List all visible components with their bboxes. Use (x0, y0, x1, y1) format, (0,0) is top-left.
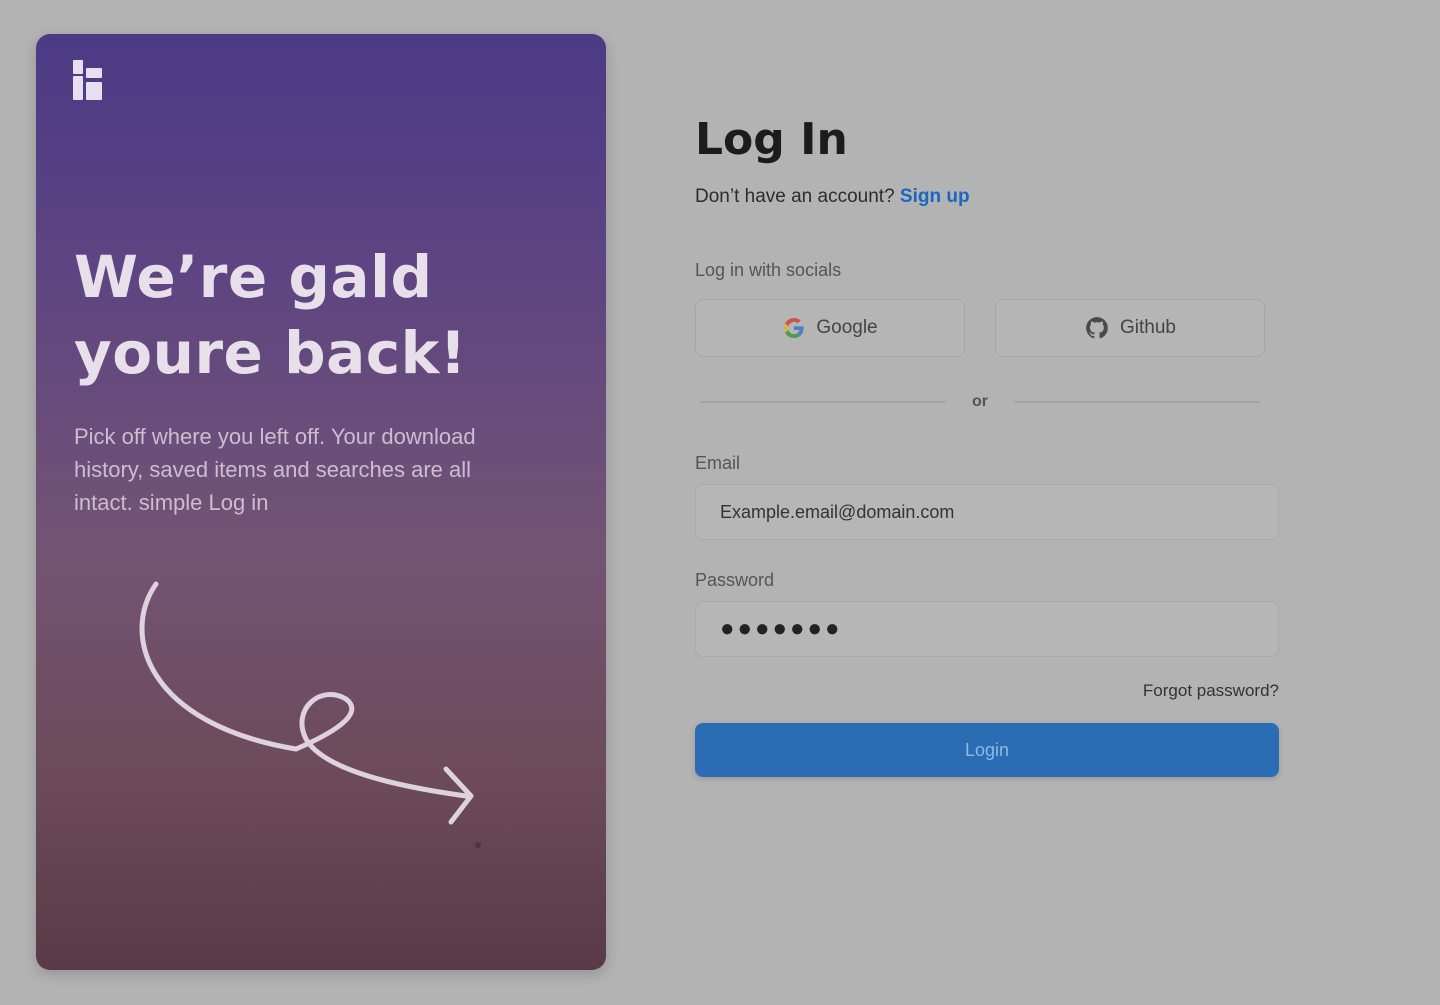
signup-prompt: Don’t have an account? Sign up (695, 186, 1285, 208)
brand-logo-icon (73, 60, 102, 100)
hero-description: Pick off where you left off. Your downlo… (74, 424, 476, 515)
github-login-label: Github (1120, 317, 1176, 338)
decorative-dot (475, 842, 481, 848)
google-login-button[interactable]: Google (695, 299, 965, 357)
login-form: Log In Don’t have an account? Sign up Lo… (695, 100, 1285, 777)
swirl-arrow-illustration (139, 581, 474, 825)
password-label: Password (695, 570, 775, 590)
page-title: Log In (695, 114, 848, 165)
email-field[interactable] (695, 484, 1279, 540)
github-icon (1086, 317, 1108, 339)
social-login-buttons: Google Github (695, 299, 1285, 357)
google-login-label: Google (816, 317, 878, 338)
password-field[interactable] (695, 601, 1279, 657)
github-login-button[interactable]: Github (995, 299, 1265, 357)
welcome-hero-panel: We’re gald youre back! Pick off where yo… (36, 34, 606, 970)
email-label: Email (695, 453, 741, 473)
forgot-password-link[interactable]: Forgot password? (695, 681, 1279, 701)
divider-text: or (972, 393, 988, 410)
signup-prompt-text: Don’t have an account? (695, 186, 895, 207)
hero-title: We’re gald youre back! (74, 243, 467, 387)
or-divider: or (700, 393, 1260, 411)
login-button[interactable]: Login (695, 723, 1279, 777)
signup-link[interactable]: Sign up (900, 186, 970, 207)
google-icon (784, 318, 804, 338)
divider-line-left (700, 401, 946, 403)
divider-line-right (1014, 401, 1260, 403)
social-login-label: Log in with socials (695, 260, 842, 280)
